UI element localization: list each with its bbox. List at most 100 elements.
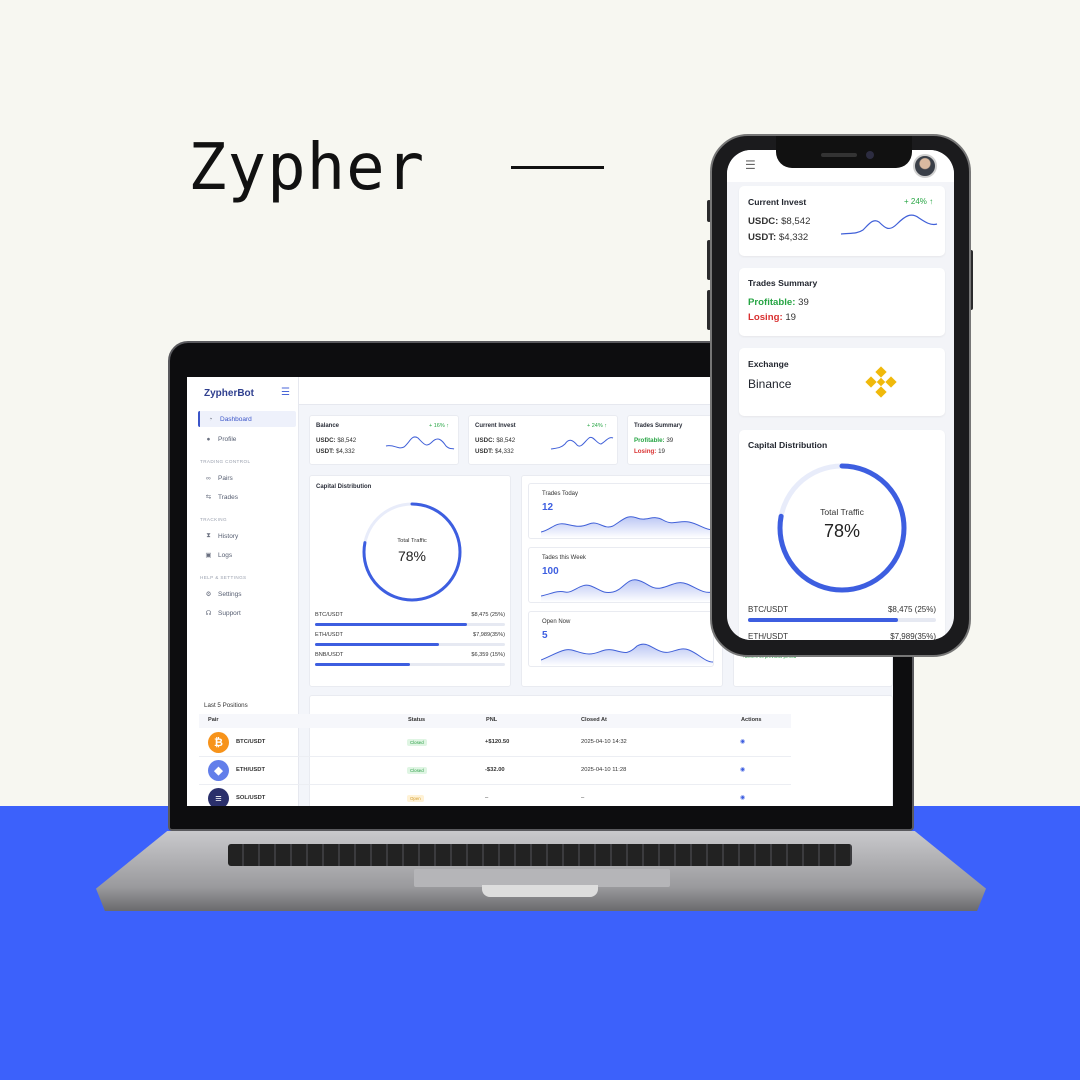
sidebar-item-label: Trades bbox=[218, 493, 238, 501]
pair-name: ETH/USDT bbox=[315, 632, 343, 638]
table-row[interactable]: ₿ BTC/USDT Closed +$120.50 2025-04-10 14… bbox=[199, 729, 791, 757]
swap-icon: ⇆ bbox=[205, 494, 212, 501]
table-row[interactable]: ◆ ETH/USDT Closed -$32.00 2025-04-10 11:… bbox=[199, 757, 791, 785]
table-row[interactable]: ≡ SOL/USDT Open – – ◉ bbox=[199, 785, 791, 806]
card-title: Balance bbox=[316, 423, 340, 429]
view-eye-icon[interactable]: ◉ bbox=[740, 795, 745, 801]
current-invest-card: Current Invest + 24% ↑ USDC: $8,542 USDT… bbox=[468, 415, 618, 465]
pair-name: ETH/USDT bbox=[748, 632, 788, 640]
status-badge: Closed bbox=[407, 767, 427, 774]
pnl-cell: – bbox=[485, 795, 489, 801]
mobile-exchange-card: Exchange Binance bbox=[739, 348, 945, 416]
card-title: Capital Distribution bbox=[316, 484, 372, 490]
headset-icon: ☊ bbox=[205, 610, 212, 617]
profitable-label: Profitable: bbox=[634, 437, 665, 444]
pair-bar-track bbox=[315, 663, 505, 666]
pair-value: $7,989(35%) bbox=[890, 632, 936, 640]
losing-label: Losing: bbox=[634, 448, 657, 455]
sidebar-item-profile[interactable]: ● Profile bbox=[198, 431, 296, 447]
pair-name: BTC/USDT bbox=[748, 605, 788, 614]
app-logo[interactable]: ZypherBot bbox=[204, 388, 254, 399]
sidebar-item-pairs[interactable]: ∞ Pairs bbox=[198, 470, 296, 486]
card-title: Trades Summary bbox=[748, 278, 818, 288]
sidebar-item-label: Profile bbox=[218, 435, 237, 443]
mobile-trades-summary-card: Trades Summary Profitable: 39 Losing: 19 bbox=[739, 268, 945, 336]
sidebar-item-label: Support bbox=[218, 609, 241, 617]
sidebar-item-history[interactable]: ⧗ History bbox=[198, 528, 296, 544]
invest-sparkline bbox=[840, 214, 938, 235]
hamburger-menu-icon[interactable]: ☰ bbox=[745, 158, 756, 172]
stat-label: Trades Today bbox=[542, 491, 579, 497]
losing-value: 19 bbox=[658, 448, 665, 455]
change-badge: + 24% ↑ bbox=[904, 197, 934, 206]
sidebar-item-label: Settings bbox=[218, 590, 242, 598]
pair-bar-track bbox=[315, 643, 505, 646]
usdc-label: USDC: bbox=[316, 437, 336, 444]
usdc-line: USDC: $8,542 bbox=[475, 437, 515, 444]
card-title: Capital Distribution bbox=[748, 440, 828, 450]
column-header: Actions bbox=[741, 717, 762, 723]
sidebar-item-dashboard[interactable]: ◔ Dashboard bbox=[198, 411, 296, 427]
usdc-line: USDC: $8,542 bbox=[316, 437, 356, 444]
brand-divider bbox=[511, 166, 604, 169]
capital-distribution-card: Capital Distribution Total Traffic 78% B… bbox=[309, 475, 511, 687]
hamburger-menu-icon[interactable]: ☰ bbox=[281, 387, 290, 398]
card-title: Exchange bbox=[748, 359, 789, 369]
phone-camera bbox=[866, 151, 874, 159]
exchange-name: Binance bbox=[748, 377, 792, 391]
balance-sparkline bbox=[385, 436, 455, 450]
column-header: Status bbox=[408, 717, 426, 723]
usdt-label: USDT: bbox=[316, 448, 335, 455]
usdt-value: $4,332 bbox=[494, 448, 514, 455]
view-eye-icon[interactable]: ◉ bbox=[740, 739, 745, 745]
positions-table-header: Pair Status PNL Closed At Actions bbox=[199, 714, 791, 728]
sidebar-item-trades[interactable]: ⇆ Trades bbox=[198, 489, 296, 505]
invest-sparkline bbox=[550, 436, 614, 450]
phone-speaker bbox=[821, 153, 857, 157]
closed-at-cell: 2025-04-10 14:32 bbox=[581, 739, 627, 745]
mobile-current-invest-card: Current Invest + 24% ↑ USDC: $8,542 USDT… bbox=[739, 186, 945, 256]
laptop-opening-notch bbox=[482, 885, 598, 897]
avatar[interactable] bbox=[913, 154, 937, 178]
phone-notch bbox=[776, 136, 912, 168]
column-header: Pair bbox=[208, 717, 219, 723]
sidebar-item-support[interactable]: ☊ Support bbox=[198, 605, 296, 621]
phone-screen: ☰ Current Invest + 24% ↑ USDC: $8,542 US… bbox=[727, 150, 954, 640]
view-eye-icon[interactable]: ◉ bbox=[740, 767, 745, 773]
change-badge: + 16% ↑ bbox=[429, 423, 450, 429]
pair-bar-track bbox=[748, 618, 936, 622]
sidebar-item-label: History bbox=[218, 532, 239, 540]
usdt-label: USDT: bbox=[748, 232, 777, 243]
donut-center-value: 78% bbox=[823, 521, 861, 541]
status-badge: Closed bbox=[407, 739, 427, 746]
bitcoin-icon: ₿ bbox=[208, 732, 229, 753]
sidebar-item-label: Logs bbox=[218, 551, 233, 559]
solana-icon: ≡ bbox=[208, 788, 229, 806]
stats-panel: Trades Today 12 Tades this Week 100 Open… bbox=[521, 475, 723, 687]
sidebar-item-logs[interactable]: ▣ Logs bbox=[198, 547, 296, 563]
user-icon: ● bbox=[206, 435, 211, 443]
ethereum-icon: ◆ bbox=[208, 760, 229, 781]
trades-today-card: Trades Today 12 bbox=[528, 483, 714, 539]
sidebar-item-settings[interactable]: ⚙ Settings bbox=[198, 586, 296, 602]
closed-at-cell: 2025-04-10 11:28 bbox=[581, 767, 627, 773]
open-now-card: Open Now 5 bbox=[528, 611, 714, 667]
balance-card: Balance + 16% ↑ USDC: $8,542 USDT: $4,33… bbox=[309, 415, 459, 465]
pnl-cell: +$120.50 bbox=[485, 739, 510, 745]
profitable-line: Profitable: 39 bbox=[748, 297, 809, 308]
pair-value: $8,475 (25%) bbox=[471, 612, 505, 618]
usdc-value: $8,542 bbox=[781, 216, 811, 227]
donut-center-label: Total Traffic bbox=[820, 507, 864, 517]
usdt-label: USDT: bbox=[475, 448, 494, 455]
pnl-cell: -$32.00 bbox=[485, 767, 505, 773]
brand-wordmark: Zypher bbox=[188, 131, 426, 205]
sidebar-item-label: Pairs bbox=[218, 474, 233, 482]
losing-line: Losing: 19 bbox=[634, 448, 665, 455]
pair-bar-fill bbox=[748, 618, 899, 622]
hourglass-icon: ⧗ bbox=[206, 532, 211, 539]
usdt-line: USDT: $4,332 bbox=[475, 448, 514, 455]
column-header: Closed At bbox=[581, 717, 607, 723]
card-title: Trades Summary bbox=[634, 423, 683, 429]
profitable-label: Profitable: bbox=[748, 297, 796, 308]
pair-value: $6,359 (15%) bbox=[471, 652, 505, 658]
